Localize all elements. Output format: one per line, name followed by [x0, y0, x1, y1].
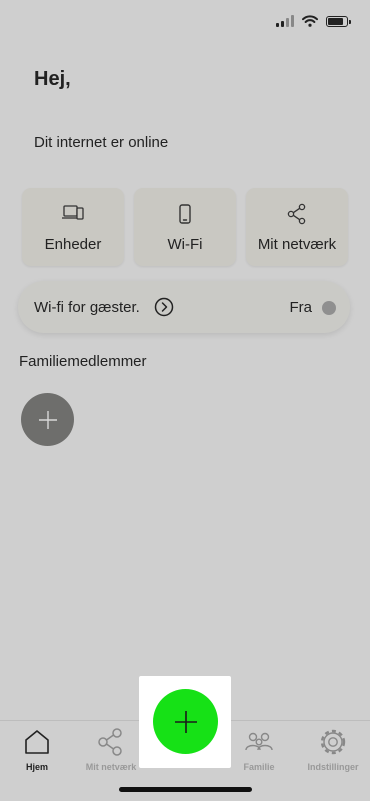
tab-settings-label: Indstillinger	[307, 762, 359, 772]
wifi-icon	[302, 15, 318, 27]
chevron-right-circle-icon[interactable]	[154, 297, 174, 317]
guest-wifi-state: Fra	[289, 299, 313, 316]
devices-tile[interactable]: Enheder	[22, 188, 124, 266]
status-bar	[0, 0, 370, 46]
family-icon	[245, 732, 273, 751]
battery-icon	[326, 15, 351, 27]
add-family-member-button[interactable]	[21, 393, 74, 446]
greeting: Hej,	[34, 68, 71, 90]
devices-tile-label: Enheder	[44, 236, 102, 253]
plus-icon	[38, 410, 57, 429]
my-network-tile[interactable]: Mit netværk	[246, 188, 348, 266]
add-button[interactable]	[153, 689, 218, 754]
tab-home-label: Hjem	[25, 762, 48, 772]
gear-icon	[320, 729, 346, 755]
tab-family-label: Familie	[243, 762, 275, 772]
devices-icon	[62, 205, 84, 220]
family-heading: Familiemedlemmer	[19, 353, 147, 370]
share-network-icon	[287, 203, 306, 225]
plus-icon	[174, 710, 197, 733]
home-indicator	[119, 787, 252, 792]
guest-wifi-toggle[interactable]	[322, 301, 336, 315]
tab-family[interactable]: Familie	[222, 725, 296, 772]
share-network-icon	[98, 728, 122, 756]
status-icons	[276, 15, 351, 27]
internet-status: Dit internet er online	[34, 134, 169, 151]
guest-wifi-label: Wi-fi for gæster.	[34, 299, 140, 316]
tab-settings[interactable]: Indstillinger	[296, 725, 370, 772]
tab-my-network[interactable]: Mit netværk	[74, 725, 148, 772]
tab-home[interactable]: Hjem	[0, 725, 74, 772]
guest-wifi-bar[interactable]: Wi-fi for gæster. Fra	[18, 281, 350, 333]
tab-my-network-label: Mit netværk	[85, 762, 137, 772]
phone-icon	[179, 204, 191, 224]
cellular-signal-icon	[276, 15, 294, 27]
wifi-tile[interactable]: Wi-Fi	[134, 188, 236, 266]
home-icon	[25, 730, 49, 754]
wifi-tile-label: Wi-Fi	[167, 236, 203, 253]
my-network-tile-label: Mit netværk	[257, 236, 337, 253]
